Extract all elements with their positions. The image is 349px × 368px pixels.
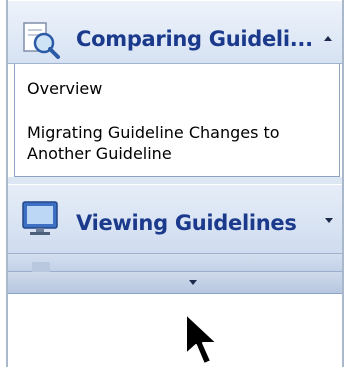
compare-search-icon [23,22,60,59]
partially-hidden-section [8,254,342,272]
monitor-icon [22,201,58,235]
section-header-viewing-guidelines[interactable]: Viewing Guidelines [8,184,342,254]
chevron-down-icon [189,280,197,285]
list-item-overview[interactable]: Overview [27,78,102,99]
section-header-comparing-guidelines[interactable]: Comparing Guideli... [8,0,342,64]
list-item-migrating-guideline-changes[interactable]: Migrating Guideline Changes to Another G… [27,122,327,164]
section-title: Viewing Guidelines [76,211,297,235]
expand-chevron-icon[interactable] [325,218,333,223]
section-separator [8,177,342,184]
empty-area [8,294,342,367]
mouse-pointer-icon [185,313,218,365]
section-items-comparing-guidelines: Overview Migrating Guideline Changes to … [14,64,340,177]
collapse-chevron-icon[interactable] [324,36,332,41]
navigation-pane: Comparing Guideli... Overview Migrating … [0,0,349,367]
section-title: Comparing Guideli... [76,27,313,51]
frame-right-edge [342,0,344,367]
partial-section-icon [32,262,50,272]
overflow-button[interactable] [8,272,342,294]
